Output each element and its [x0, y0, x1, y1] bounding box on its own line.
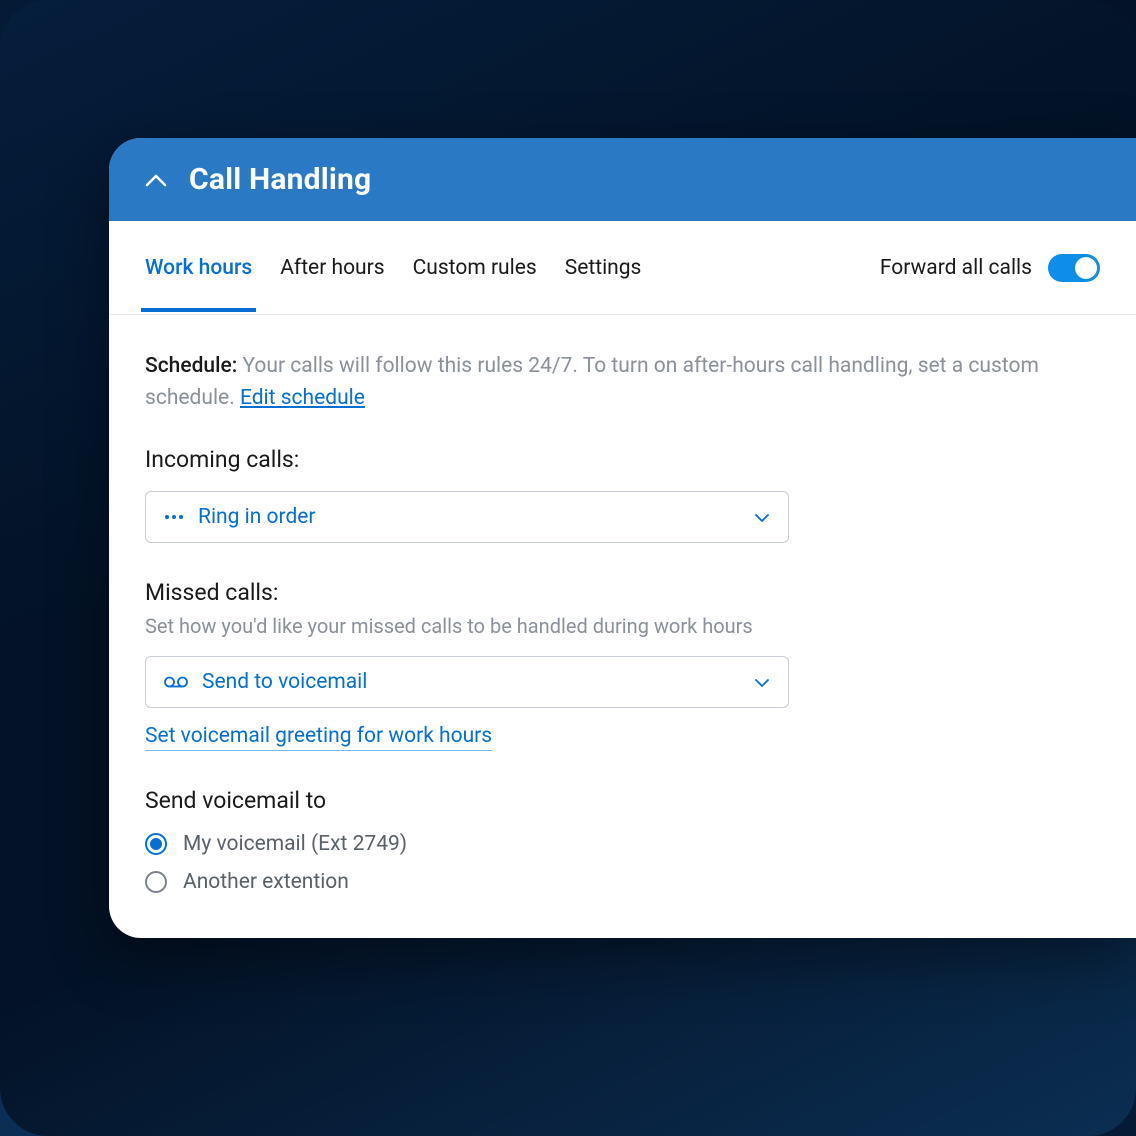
radio-label: My voicemail (Ext 2749): [183, 832, 407, 856]
chevron-down-icon: [754, 508, 770, 527]
incoming-calls-value: Ring in order: [198, 505, 740, 529]
panel-body: Schedule: Your calls will follow this ru…: [109, 315, 1136, 938]
tab-settings[interactable]: Settings: [565, 224, 642, 312]
voicemail-to-radio-group: My voicemail (Ext 2749) Another extentio…: [145, 832, 1100, 894]
schedule-label: Schedule:: [145, 354, 237, 378]
missed-calls-description: Set how you'd like your missed calls to …: [145, 614, 1100, 638]
tabs: Work hours After hours Custom rules Sett…: [145, 224, 641, 312]
missed-calls-value: Send to voicemail: [202, 670, 740, 694]
send-voicemail-to-title: Send voicemail to: [145, 787, 1100, 814]
chevron-down-icon: [754, 673, 770, 692]
voicemail-icon: [164, 676, 188, 688]
switch-knob: [1075, 257, 1097, 279]
more-horizontal-icon: [164, 514, 184, 520]
send-voicemail-to-block: Send voicemail to My voicemail (Ext 2749…: [145, 787, 1100, 894]
missed-calls-block: Missed calls: Set how you'd like your mi…: [145, 579, 1100, 751]
incoming-calls-block: Incoming calls: Ring in order: [145, 446, 1100, 543]
radio-label: Another extention: [183, 870, 349, 894]
radio-another-extension[interactable]: Another extention: [145, 870, 1100, 894]
set-voicemail-greeting-link[interactable]: Set voicemail greeting for work hours: [145, 724, 492, 751]
missed-calls-select[interactable]: Send to voicemail: [145, 656, 789, 708]
chevron-up-icon: [145, 169, 167, 191]
incoming-calls-select[interactable]: Ring in order: [145, 491, 789, 543]
tabs-row: Work hours After hours Custom rules Sett…: [109, 221, 1136, 315]
forward-all-calls-toggle[interactable]: [1048, 254, 1100, 282]
tab-after-hours[interactable]: After hours: [280, 224, 384, 312]
panel-title: Call Handling: [189, 162, 371, 197]
tab-custom-rules[interactable]: Custom rules: [413, 224, 537, 312]
edit-schedule-link[interactable]: Edit schedule: [240, 386, 365, 410]
missed-calls-title: Missed calls:: [145, 579, 1100, 606]
tab-work-hours[interactable]: Work hours: [145, 224, 252, 312]
radio-my-voicemail[interactable]: My voicemail (Ext 2749): [145, 832, 1100, 856]
forward-all-calls-label: Forward all calls: [880, 256, 1032, 280]
forward-all-calls-control: Forward all calls: [880, 254, 1100, 282]
incoming-calls-title: Incoming calls:: [145, 446, 1100, 473]
radio-unselected-icon: [145, 871, 167, 893]
app-background: Call Handling Work hours After hours Cus…: [0, 0, 1136, 1136]
radio-selected-icon: [145, 833, 167, 855]
panel-header[interactable]: Call Handling: [109, 138, 1136, 221]
schedule-row: Schedule: Your calls will follow this ru…: [145, 351, 1100, 414]
call-handling-panel: Call Handling Work hours After hours Cus…: [109, 138, 1136, 938]
